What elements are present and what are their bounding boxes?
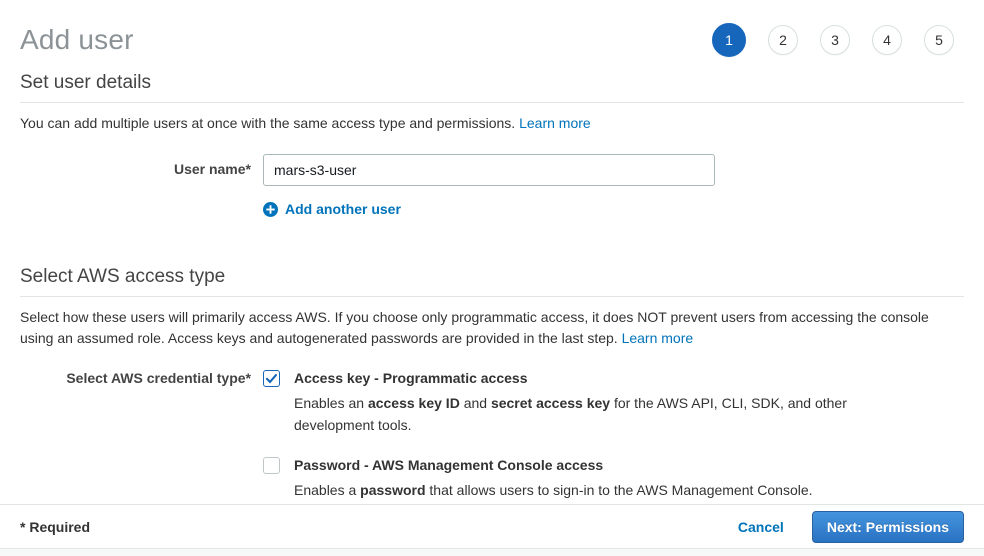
step-4-indicator[interactable]: 4 [872, 25, 902, 55]
access-type-heading: Select AWS access type [20, 266, 964, 297]
access-key-option: Access key - Programmatic access Enables… [263, 369, 964, 436]
password-option: Password - AWS Management Console access… [263, 456, 964, 501]
user-name-input[interactable] [263, 154, 715, 186]
add-another-user-label: Add another user [285, 201, 401, 217]
step-2-indicator[interactable]: 2 [768, 25, 798, 55]
page-header: Add user 1 2 3 4 5 [0, 0, 984, 72]
add-another-user-button[interactable]: Add another user [263, 201, 401, 217]
plus-circle-icon [263, 202, 278, 217]
cancel-button[interactable]: Cancel [738, 519, 784, 535]
password-checkbox[interactable] [263, 457, 280, 474]
access-type-section: Select AWS access type Select how these … [0, 266, 984, 501]
wizard-footer: * Required Cancel Next: Permissions [0, 504, 984, 556]
step-1-indicator[interactable]: 1 [712, 23, 746, 57]
credential-type-label: Select AWS credential type* [20, 369, 263, 501]
page-bottom-strip [0, 548, 984, 556]
credential-type-row: Select AWS credential type* Access key -… [20, 369, 964, 501]
user-details-section: Set user details You can add multiple us… [0, 72, 984, 220]
password-option-title: Password - AWS Management Console access [294, 456, 813, 475]
checkmark-icon [265, 372, 278, 385]
wizard-steps: 1 2 3 4 5 [712, 23, 964, 57]
page-title: Add user [20, 24, 134, 56]
password-option-description: Enables a password that allows users to … [294, 479, 813, 501]
access-type-learn-more-link[interactable]: Learn more [622, 330, 694, 346]
user-name-row: User name* Add another user [20, 154, 964, 220]
access-key-option-title: Access key - Programmatic access [294, 369, 850, 388]
user-details-learn-more-link[interactable]: Learn more [519, 115, 591, 131]
user-name-label: User name* [20, 154, 263, 220]
add-user-page: Add user 1 2 3 4 5 Set user details You … [0, 0, 984, 556]
user-details-heading: Set user details [20, 72, 964, 103]
next-permissions-button[interactable]: Next: Permissions [812, 511, 964, 543]
user-details-description: You can add multiple users at once with … [20, 113, 964, 134]
step-3-indicator[interactable]: 3 [820, 25, 850, 55]
access-key-checkbox[interactable] [263, 370, 280, 387]
step-5-indicator[interactable]: 5 [924, 25, 954, 55]
required-note: * Required [20, 519, 90, 535]
access-type-description: Select how these users will primarily ac… [20, 307, 964, 349]
access-key-option-description: Enables an access key ID and secret acce… [294, 392, 850, 436]
